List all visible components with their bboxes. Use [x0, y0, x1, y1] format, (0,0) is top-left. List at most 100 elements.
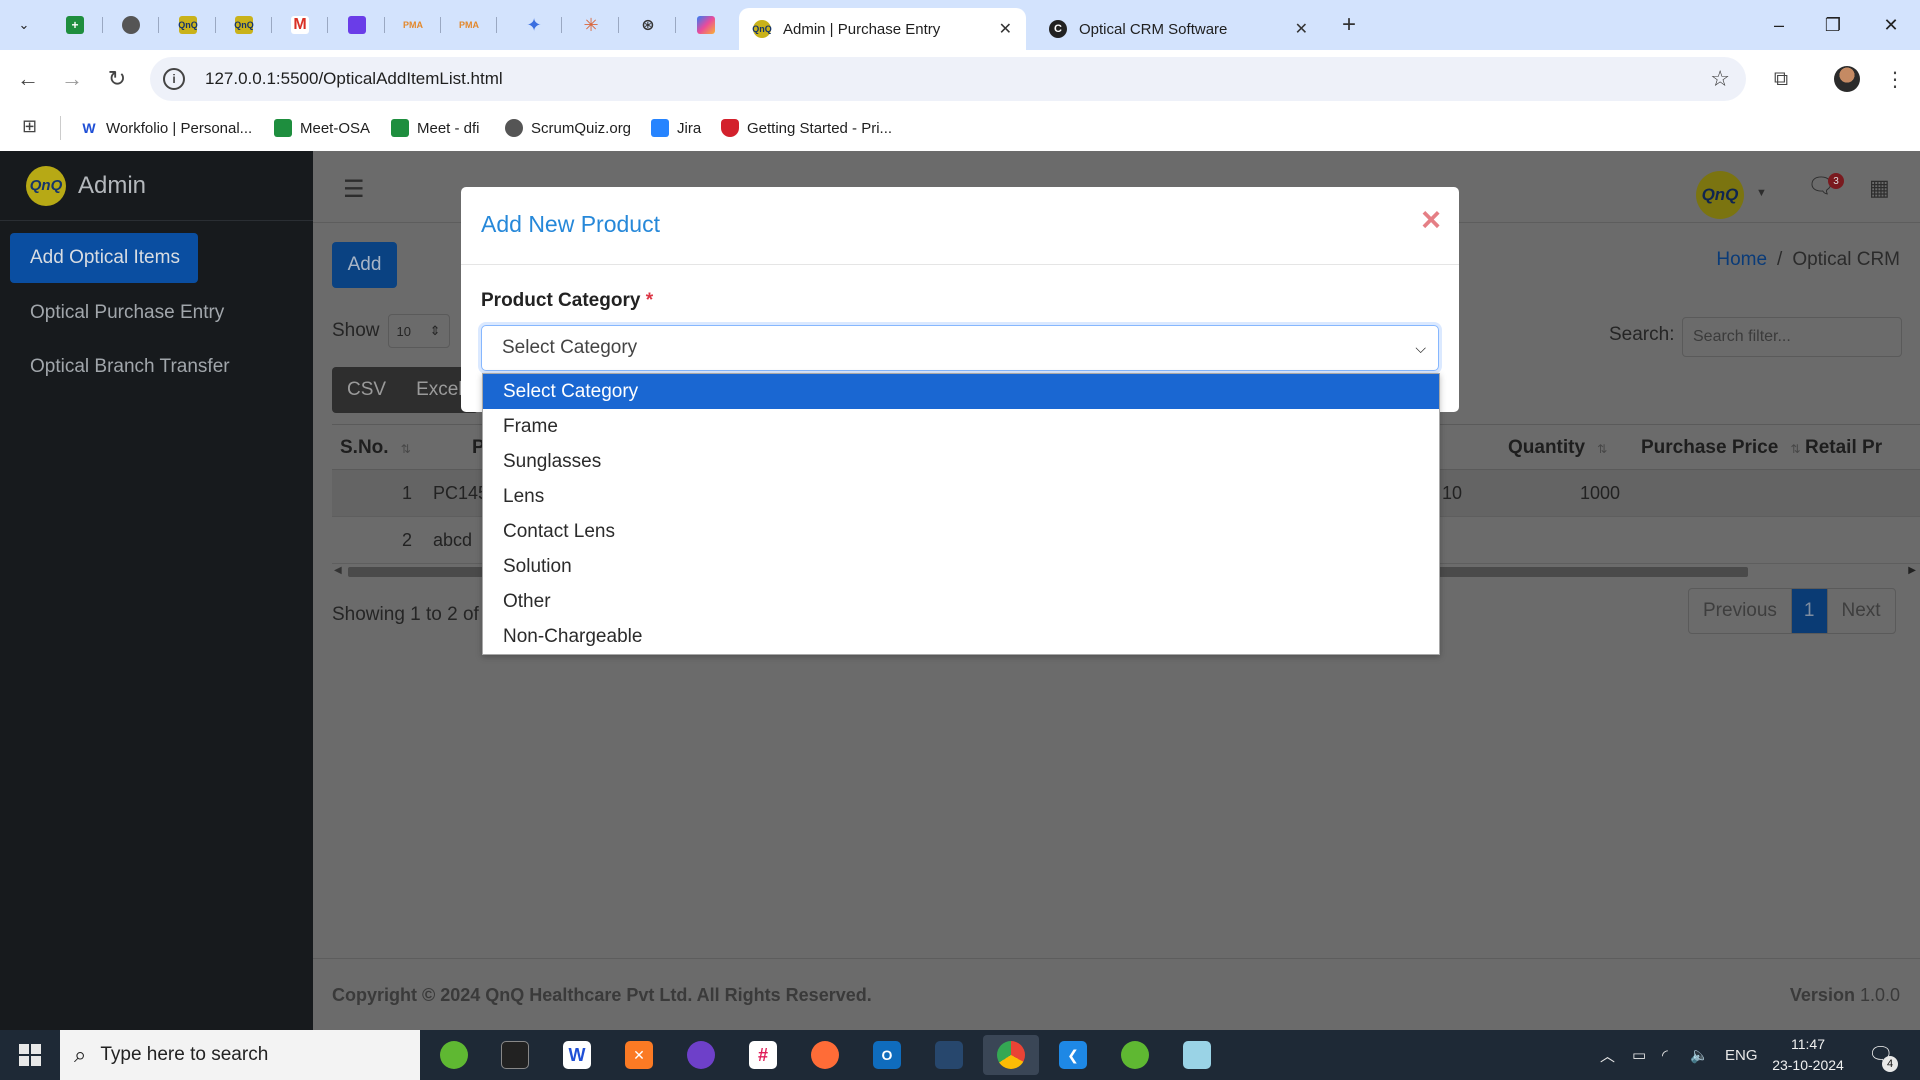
pinned-tab-globe[interactable]: [103, 10, 159, 40]
back-arrow-icon[interactable]: ←: [13, 64, 43, 94]
hamburger-menu-icon[interactable]: ☰: [343, 175, 365, 204]
bookmark-label: Meet - dfi: [417, 119, 480, 137]
bookmark-jira[interactable]: Jira: [651, 115, 701, 141]
reload-icon[interactable]: ↻: [102, 64, 132, 94]
csv-button[interactable]: CSV: [332, 367, 401, 413]
pinned-tab-qnq-1[interactable]: QnQ: [160, 10, 216, 40]
pinned-tab-openai[interactable]: ⊛: [620, 10, 676, 40]
close-icon[interactable]: ×: [1421, 203, 1441, 237]
restore-button[interactable]: ❐: [1810, 10, 1856, 40]
bookmark-getting-started[interactable]: Getting Started - Pri...: [721, 115, 892, 141]
next-button[interactable]: Next: [1828, 589, 1895, 633]
breadcrumb-current: Optical CRM: [1792, 249, 1900, 270]
pinned-tab-qnq-2[interactable]: QnQ: [216, 10, 272, 40]
pinned-tab-copilot[interactable]: [678, 10, 734, 40]
chevron-down-icon[interactable]: ▼: [1756, 187, 1767, 199]
profile-avatar[interactable]: [1834, 66, 1860, 92]
browser-menu-icon[interactable]: ⋮: [1880, 64, 1910, 94]
taskbar-app-chrome[interactable]: [983, 1035, 1039, 1075]
option-lens[interactable]: Lens: [483, 479, 1439, 514]
page-1-button[interactable]: 1: [1791, 589, 1828, 633]
option-frame[interactable]: Frame: [483, 409, 1439, 444]
show-hidden-icons[interactable]: ︿: [1600, 1030, 1615, 1080]
close-icon[interactable]: ✕: [1295, 19, 1308, 39]
taskbar-app-vscode[interactable]: ❮: [1045, 1035, 1101, 1075]
taskbar-app-notes[interactable]: [1169, 1035, 1225, 1075]
language-indicator[interactable]: ENG: [1725, 1030, 1758, 1080]
taskbar-app-spring-2[interactable]: [1107, 1035, 1163, 1075]
required-mark: *: [645, 290, 654, 311]
product-category-select[interactable]: Select Category ⌵: [481, 325, 1439, 371]
option-select-category[interactable]: Select Category: [483, 374, 1439, 409]
pinned-tab-chat[interactable]: [329, 10, 385, 40]
add-button[interactable]: Add: [332, 242, 397, 288]
scroll-left-icon[interactable]: ◀: [334, 565, 342, 576]
site-info-icon[interactable]: i: [163, 68, 185, 90]
option-solution[interactable]: Solution: [483, 549, 1439, 584]
new-tab-button[interactable]: +: [1342, 12, 1356, 38]
column-header-sno[interactable]: S.No. ⇅: [340, 437, 411, 459]
page-length-select[interactable]: 10 ⇕: [387, 314, 450, 348]
pinned-tab-pma-2[interactable]: PMA: [441, 10, 497, 40]
user-avatar[interactable]: QnQ: [1696, 171, 1744, 219]
search-input[interactable]: Search filter...: [1682, 317, 1902, 357]
taskbar-search[interactable]: ⌕ Type here to search: [60, 1030, 420, 1080]
window-close-button[interactable]: ✕: [1868, 10, 1914, 40]
chat-bubble-icon: [348, 16, 366, 34]
pinned-tab-sheets[interactable]: +: [47, 10, 103, 40]
sidebar-item-optical-branch-transfer[interactable]: Optical Branch Transfer: [10, 342, 300, 392]
forward-arrow-icon[interactable]: →: [57, 64, 87, 94]
option-sunglasses[interactable]: Sunglasses: [483, 444, 1439, 479]
taskbar-app-xampp[interactable]: ✕: [611, 1035, 667, 1075]
taskbar-app-postman[interactable]: [797, 1035, 853, 1075]
option-non-chargeable[interactable]: Non-Chargeable: [483, 619, 1439, 654]
column-header-purchase-price[interactable]: Purchase Price ⇅: [1641, 437, 1800, 459]
cell-partial: 10: [1442, 483, 1463, 503]
google-meet-icon: [274, 119, 292, 137]
bookmark-label: Jira: [677, 119, 702, 137]
pinned-tab-gmail[interactable]: M: [272, 10, 328, 40]
previous-button[interactable]: Previous: [1689, 589, 1792, 633]
taskbar-app-terminal[interactable]: [487, 1035, 543, 1075]
clock[interactable]: 11:47 23-10-2024: [1766, 1034, 1850, 1076]
extensions-puzzle-icon[interactable]: ⧉: [1766, 64, 1796, 94]
minimize-button[interactable]: –: [1756, 10, 1802, 40]
apps-grid-icon[interactable]: ⊞: [22, 116, 37, 137]
taskbar-app-github[interactable]: [673, 1035, 729, 1075]
column-header-retail-price[interactable]: Retail Pr: [1805, 437, 1882, 459]
taskbar-app-slack[interactable]: #: [735, 1035, 791, 1075]
taskbar-app-outlook[interactable]: O: [859, 1035, 915, 1075]
openai-icon: ⊛: [641, 17, 655, 34]
pinned-tab-claude[interactable]: ✳: [563, 10, 619, 40]
pinned-tab-pma-1[interactable]: PMA: [385, 10, 441, 40]
category-dropdown-list: Select Category Frame Sunglasses Lens Co…: [482, 373, 1440, 655]
address-bar[interactable]: i 127.0.0.1:5500/OpticalAddItemList.html…: [150, 57, 1746, 101]
pinned-tab-gemini[interactable]: ✦: [506, 10, 562, 40]
bookmark-meet-osa[interactable]: Meet-OSA: [274, 115, 370, 141]
start-button[interactable]: [0, 1030, 60, 1080]
bookmark-meet-dfi[interactable]: Meet - dfi: [391, 115, 480, 141]
bookmark-scrumquiz[interactable]: ScrumQuiz.org: [505, 115, 631, 141]
bookmark-star-icon[interactable]: ☆: [1710, 66, 1730, 92]
sidebar-item-add-optical-items[interactable]: Add Optical Items: [10, 233, 198, 283]
wifi-icon[interactable]: ◜: [1662, 1030, 1668, 1080]
breadcrumb-home[interactable]: Home: [1716, 249, 1767, 271]
volume-icon[interactable]: 🔈: [1690, 1030, 1709, 1080]
battery-icon[interactable]: ▭: [1632, 1030, 1646, 1080]
bookmark-workfolio[interactable]: W Workfolio | Personal...: [80, 115, 252, 141]
tab-search-button[interactable]: ⌄: [10, 12, 38, 38]
close-icon[interactable]: ✕: [999, 19, 1012, 39]
apps-grid-icon[interactable]: ▦: [1869, 175, 1890, 201]
column-header-quantity[interactable]: Quantity ⇅: [1508, 437, 1607, 459]
sidebar-item-optical-purchase-entry[interactable]: Optical Purchase Entry: [10, 288, 300, 338]
brand[interactable]: QnQ Admin: [0, 151, 313, 221]
tab-admin-purchase-entry[interactable]: QnQ Admin | Purchase Entry ✕: [739, 8, 1026, 50]
taskbar-app-mysql[interactable]: [921, 1035, 977, 1075]
taskbar-app-word[interactable]: W: [549, 1035, 605, 1075]
option-other[interactable]: Other: [483, 584, 1439, 619]
qnq-logo-icon: QnQ: [178, 16, 198, 34]
scroll-right-icon[interactable]: ▶: [1908, 565, 1916, 576]
taskbar-app-spring[interactable]: [426, 1035, 482, 1075]
tab-optical-crm[interactable]: C Optical CRM Software ✕: [1035, 8, 1322, 50]
option-contact-lens[interactable]: Contact Lens: [483, 514, 1439, 549]
